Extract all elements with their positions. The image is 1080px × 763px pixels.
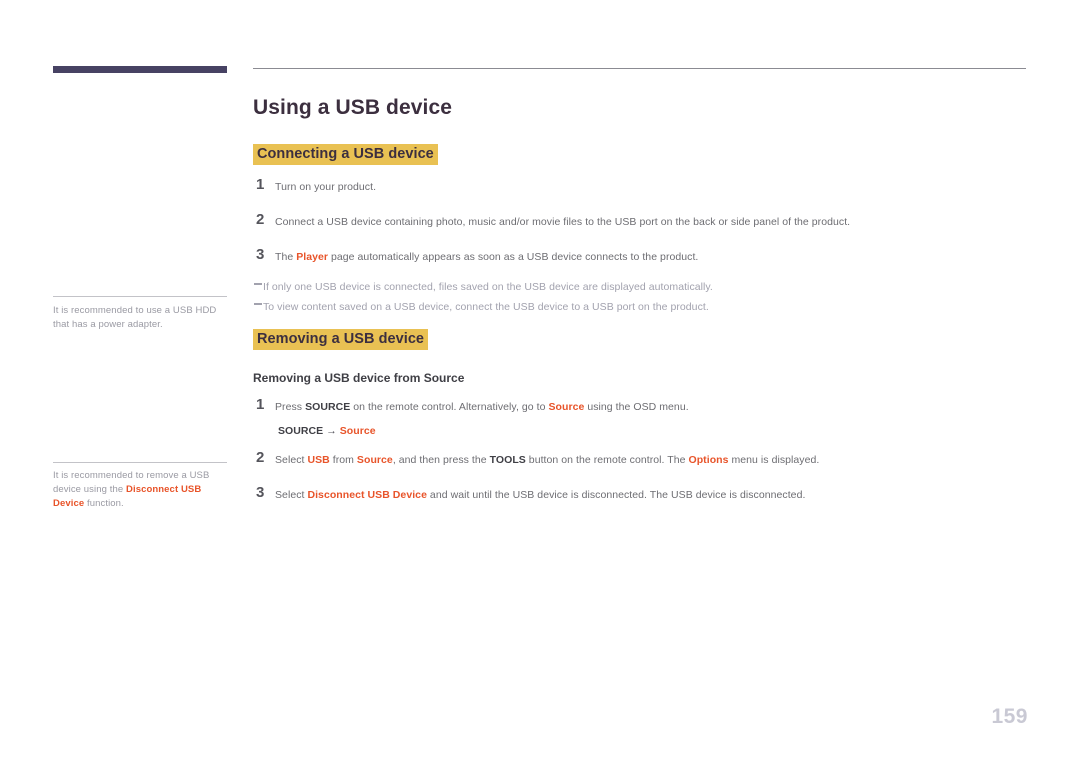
document-page: It is recommended to use a USB HDD that …: [0, 0, 1080, 763]
step-number: 3: [256, 246, 265, 263]
subsection-heading-removing-from-source: Removing a USB device from Source: [253, 371, 465, 385]
step-text: Press SOURCE on the remote control. Alte…: [275, 401, 689, 413]
step-number: 1: [256, 396, 265, 413]
connecting-note-2: To view content saved on a USB device, c…: [253, 300, 709, 314]
step-removing-3: 3 Select Disconnect USB Device and wait …: [253, 484, 806, 502]
osd-source-key: SOURCE: [278, 425, 324, 437]
step-text: Turn on your product.: [275, 181, 377, 193]
page-title: Using a USB device: [253, 96, 453, 119]
osd-menu-path: SOURCE → Source: [278, 425, 376, 437]
step-number: 2: [256, 211, 265, 228]
margin-note-1: It is recommended to use a USB HDD that …: [53, 305, 217, 330]
step-number: 3: [256, 484, 265, 501]
connecting-note-1: If only one USB device is connected, fil…: [253, 280, 713, 294]
step-connecting-2: 2 Connect a USB device containing photo,…: [253, 211, 851, 229]
step-number: 2: [256, 449, 265, 466]
note-text: If only one USB device is connected, fil…: [263, 281, 713, 293]
margin-note-2: It is recommended to remove a USB device…: [53, 470, 210, 509]
osd-target: Source: [339, 425, 376, 437]
step-text: Select Disconnect USB Device and wait un…: [275, 489, 806, 501]
section-heading-connecting: Connecting a USB device: [253, 144, 438, 165]
margin-note-divider-2: [53, 462, 227, 463]
arrow-right-icon: →: [326, 425, 337, 437]
header-rule: [253, 68, 1026, 69]
chapter-tab-bar: [53, 66, 227, 73]
step-text: Connect a USB device containing photo, m…: [275, 216, 851, 228]
step-connecting-1: 1 Turn on your product.: [253, 176, 377, 194]
dash-bullet-icon: [253, 300, 263, 310]
note-text: To view content saved on a USB device, c…: [263, 301, 709, 313]
step-text: The Player page automatically appears as…: [275, 251, 699, 263]
page-number: 159: [991, 705, 1028, 728]
step-connecting-3: 3 The Player page automatically appears …: [253, 246, 699, 264]
dash-bullet-icon: [253, 280, 263, 290]
step-text: Select USB from Source, and then press t…: [275, 454, 820, 466]
step-removing-2: 2 Select USB from Source, and then press…: [253, 449, 820, 467]
section-heading-removing: Removing a USB device: [253, 329, 429, 350]
step-number: 1: [256, 176, 265, 193]
margin-note-divider-1: [53, 296, 227, 297]
step-removing-1: 1 Press SOURCE on the remote control. Al…: [253, 396, 689, 414]
